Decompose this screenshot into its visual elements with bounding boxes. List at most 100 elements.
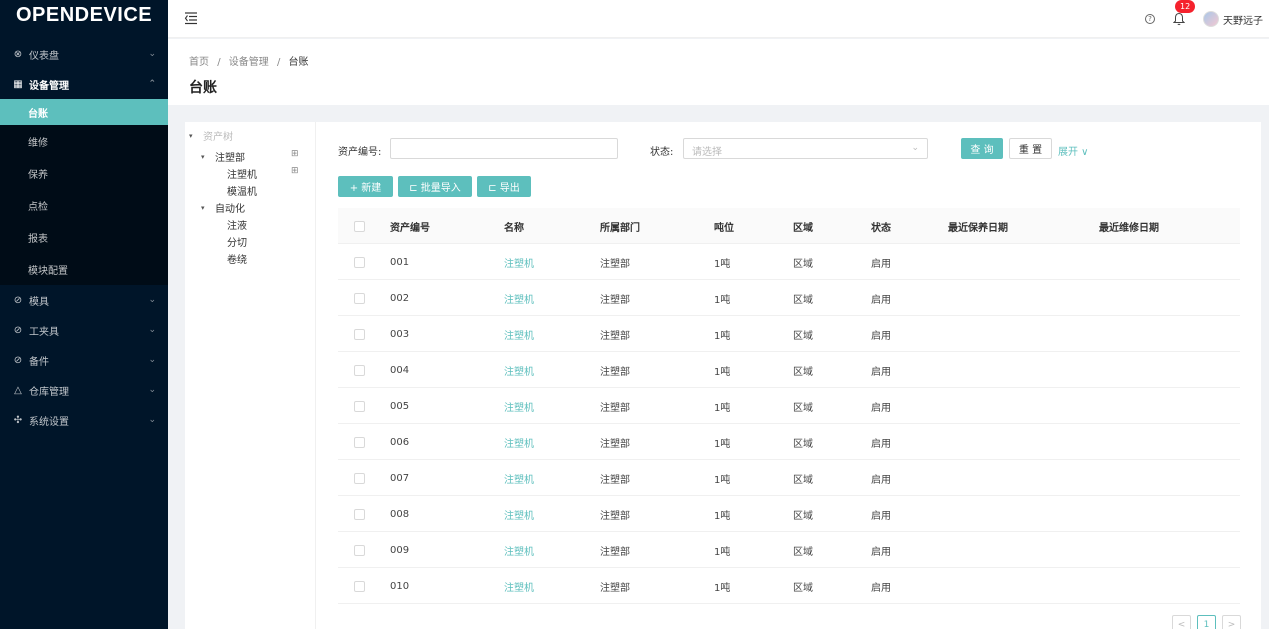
table-row[interactable]: 004 注塑机 注塑部 1吨 区域 启用	[338, 352, 1240, 388]
table-row[interactable]: 001 注塑机 注塑部 1吨 区域 启用	[338, 244, 1240, 280]
table-header: 资产编号 名称 所属部门 吨位 区域 状态 最近保养日期 最近维修日期	[338, 208, 1240, 244]
row-checkbox[interactable]	[354, 400, 365, 412]
row-checkbox[interactable]	[354, 472, 365, 484]
add-node-icon[interactable]: ⊞	[291, 166, 299, 176]
sidebar-item-3[interactable]: ⊘ 工夹具 ⌄	[0, 315, 168, 345]
submenu-item-2[interactable]: 保养	[0, 157, 168, 189]
export-button[interactable]: ⊏ 导出	[477, 176, 531, 197]
check-circle-icon: ⊘	[13, 294, 23, 306]
asset-number-input[interactable]	[390, 138, 618, 159]
tree-node[interactable]: 卷绕	[227, 251, 247, 266]
table-row[interactable]: 007 注塑机 注塑部 1吨 区域 启用	[338, 460, 1240, 496]
table-cell: 区域	[793, 474, 813, 486]
asset-name-link[interactable]: 注塑机	[504, 424, 534, 460]
asset-name-link[interactable]: 注塑机	[504, 352, 534, 388]
chevron-down-icon: ⌄	[148, 49, 156, 59]
tree-node-label: 注液	[227, 221, 247, 232]
table-row[interactable]: 003 注塑机 注塑部 1吨 区域 启用	[338, 316, 1240, 352]
row-checkbox[interactable]	[354, 292, 365, 304]
row-checkbox[interactable]	[354, 436, 365, 448]
table-row[interactable]: 006 注塑机 注塑部 1吨 区域 启用	[338, 424, 1240, 460]
status-select[interactable]: 请选择 ⌄	[683, 138, 928, 159]
next-page-button[interactable]: >	[1222, 615, 1241, 629]
sidebar-item-label: 仪表盘	[29, 50, 59, 62]
dashboard-icon: ⊗	[13, 48, 23, 60]
table-row[interactable]: 005 注塑机 注塑部 1吨 区域 启用	[338, 388, 1240, 424]
chevron-up-icon: ⌃	[148, 79, 156, 89]
table-cell: 注塑部	[600, 438, 630, 450]
chevron-down-icon: ⌄	[148, 415, 156, 425]
sidebar-item-4[interactable]: ⊘ 备件 ⌄	[0, 345, 168, 375]
tree-node[interactable]: 分切	[227, 234, 247, 249]
prev-page-button[interactable]: <	[1172, 615, 1191, 629]
add-node-icon[interactable]: ⊞	[291, 149, 299, 159]
table-cell: 注塑部	[600, 402, 630, 414]
breadcrumb-home[interactable]: 首页	[189, 57, 209, 68]
status-placeholder: 请选择	[692, 147, 722, 158]
table-row[interactable]: 010 注塑机 注塑部 1吨 区域 启用	[338, 568, 1240, 604]
expand-link[interactable]: 展开 ∨	[1058, 143, 1089, 158]
page-1-button[interactable]: 1	[1197, 615, 1216, 629]
sidebar-item-0[interactable]: ⊗ 仪表盘 ⌄	[0, 39, 168, 69]
table-cell: 1吨	[714, 330, 731, 342]
query-button[interactable]: 查 询	[961, 138, 1003, 159]
help-icon[interactable]: ?	[1145, 14, 1155, 24]
table-cell: 1吨	[714, 438, 731, 450]
sidebar-item-6[interactable]: ✣ 系统设置 ⌄	[0, 405, 168, 435]
asset-name-link[interactable]: 注塑机	[504, 568, 534, 604]
table-cell: 启用	[871, 438, 891, 450]
asset-name-link[interactable]: 注塑机	[504, 460, 534, 496]
table-cell: 注塑部	[600, 330, 630, 342]
notification-button[interactable]: 12	[1172, 0, 1196, 26]
row-checkbox[interactable]	[354, 328, 365, 340]
tree-node[interactable]: 注液	[227, 217, 247, 232]
submenu-item-4[interactable]: 报表	[0, 221, 168, 253]
table-icon: ▦	[13, 78, 23, 90]
breadcrumb-device-management[interactable]: 设备管理	[229, 57, 269, 68]
asset-name-link[interactable]: 注塑机	[504, 496, 534, 532]
table-row[interactable]: 009 注塑机 注塑部 1吨 区域 启用	[338, 532, 1240, 568]
new-button[interactable]: + 新建	[338, 176, 393, 197]
table-cell: 启用	[871, 546, 891, 558]
table-cell: 区域	[793, 582, 813, 594]
row-checkbox[interactable]	[354, 364, 365, 376]
table-cell: 006	[390, 436, 410, 448]
asset-name-link[interactable]: 注塑机	[504, 244, 534, 280]
table-cell: 1吨	[714, 402, 731, 414]
submenu-item-3[interactable]: 点检	[0, 189, 168, 221]
sidebar-item-1[interactable]: ▦ 设备管理 ⌃	[0, 69, 168, 99]
table-row[interactable]: 002 注塑机 注塑部 1吨 区域 启用	[338, 280, 1240, 316]
tree-node-label: 模温机	[227, 187, 257, 198]
select-all-checkbox[interactable]	[354, 220, 365, 232]
column-header: 资产编号	[390, 222, 430, 234]
asset-name-link[interactable]: 注塑机	[504, 316, 534, 352]
row-checkbox[interactable]	[354, 580, 365, 592]
tree-node[interactable]: 模温机	[227, 183, 257, 198]
menu-fold-icon[interactable]	[184, 11, 198, 25]
bell-icon	[1172, 12, 1186, 26]
submenu-item-0[interactable]: 台账	[0, 99, 168, 125]
reset-button[interactable]: 重 置	[1009, 138, 1052, 159]
asset-name-link[interactable]: 注塑机	[504, 388, 534, 424]
table-cell: 001	[390, 256, 410, 268]
batch-import-button[interactable]: ⊏ 批量导入	[398, 176, 472, 197]
row-checkbox[interactable]	[354, 544, 365, 556]
row-checkbox[interactable]	[354, 508, 365, 520]
asset-name-link[interactable]: 注塑机	[504, 532, 534, 568]
submenu-item-1[interactable]: 维修	[0, 125, 168, 157]
breadcrumb-separator: /	[217, 57, 221, 68]
table-cell: 启用	[871, 510, 891, 522]
sidebar-item-2[interactable]: ⊘ 模具 ⌄	[0, 285, 168, 315]
tree-node[interactable]: ▾ 自动化	[201, 200, 245, 216]
tree-node[interactable]: ▾ 注塑部	[201, 149, 245, 165]
row-checkbox[interactable]	[354, 256, 365, 268]
tree-node[interactable]: 注塑机	[227, 166, 257, 181]
submenu-item-5[interactable]: 模块配置	[0, 253, 168, 285]
user-menu[interactable]: 天野远子	[1203, 11, 1263, 27]
tree-node-label: 分切	[227, 238, 247, 249]
top-header: ? 12 天野远子	[168, 0, 1269, 38]
table-row[interactable]: 008 注塑机 注塑部 1吨 区域 启用	[338, 496, 1240, 532]
asset-name-link[interactable]: 注塑机	[504, 280, 534, 316]
sidebar-item-5[interactable]: △ 仓库管理 ⌄	[0, 375, 168, 405]
tree-root[interactable]: ▾ 资产树	[189, 128, 233, 144]
